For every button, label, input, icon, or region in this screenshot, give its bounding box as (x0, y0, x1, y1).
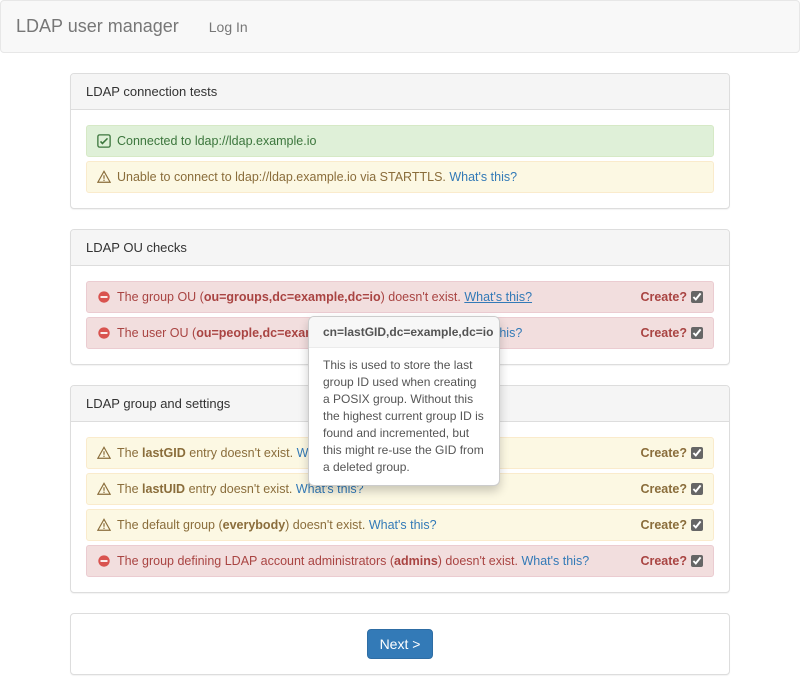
whats-this-link[interactable]: What's this? (521, 554, 589, 568)
message-text: Unable to connect to ldap://ldap.example… (117, 170, 703, 184)
navbar: LDAP user manager Log In (0, 0, 800, 53)
error-circle-icon (97, 326, 111, 340)
whats-this-link[interactable]: What's this? (369, 518, 437, 532)
popover-title: cn=lastGID,dc=example,dc=io (309, 317, 499, 348)
list-item: The default group (everybody) doesn't ex… (86, 509, 714, 541)
create-toggle[interactable]: Create? (640, 554, 703, 568)
error-circle-icon (97, 290, 111, 304)
create-label: Create? (640, 554, 687, 568)
create-checkbox[interactable] (691, 483, 703, 495)
list-item: The group OU (ou=groups,dc=example,dc=io… (86, 281, 714, 313)
error-circle-icon (97, 554, 111, 568)
create-toggle[interactable]: Create? (640, 446, 703, 460)
panel-actions: Next > (70, 613, 730, 675)
list-item: Connected to ldap://ldap.example.io (86, 125, 714, 157)
panel-heading: LDAP connection tests (71, 74, 729, 110)
login-link[interactable]: Log In (194, 4, 263, 50)
navbar-brand[interactable]: LDAP user manager (16, 1, 194, 52)
list-item: Unable to connect to ldap://ldap.example… (86, 161, 714, 193)
message-text: The default group (everybody) doesn't ex… (117, 518, 634, 532)
warning-triangle-icon (97, 446, 111, 460)
warning-triangle-icon (97, 482, 111, 496)
create-checkbox[interactable] (691, 519, 703, 531)
create-label: Create? (640, 518, 687, 532)
whats-this-link[interactable]: What's this? (464, 290, 532, 304)
create-label: Create? (640, 290, 687, 304)
check-icon (97, 134, 111, 148)
message-text: The group defining LDAP account administ… (117, 554, 634, 568)
popover-content: This is used to store the last group ID … (309, 348, 499, 485)
warning-triangle-icon (97, 518, 111, 532)
create-checkbox[interactable] (691, 327, 703, 339)
create-checkbox[interactable] (691, 447, 703, 459)
create-toggle[interactable]: Create? (640, 326, 703, 340)
list-item: The group defining LDAP account administ… (86, 545, 714, 577)
next-button[interactable]: Next > (367, 629, 434, 659)
panel-connection-tests: LDAP connection tests Connected to ldap:… (70, 73, 730, 209)
popover-tooltip: cn=lastGID,dc=example,dc=io This is used… (308, 316, 500, 486)
create-toggle[interactable]: Create? (640, 518, 703, 532)
create-toggle[interactable]: Create? (640, 290, 703, 304)
panel-heading: LDAP OU checks (71, 230, 729, 266)
conn-list: Connected to ldap://ldap.example.io Unabl… (86, 125, 714, 193)
create-checkbox[interactable] (691, 291, 703, 303)
create-checkbox[interactable] (691, 555, 703, 567)
warning-triangle-icon (97, 170, 111, 184)
message-text: Connected to ldap://ldap.example.io (117, 134, 703, 148)
create-label: Create? (640, 446, 687, 460)
create-toggle[interactable]: Create? (640, 482, 703, 496)
create-label: Create? (640, 482, 687, 496)
message-text: The group OU (ou=groups,dc=example,dc=io… (117, 290, 634, 304)
create-label: Create? (640, 326, 687, 340)
whats-this-link[interactable]: What's this? (449, 170, 517, 184)
